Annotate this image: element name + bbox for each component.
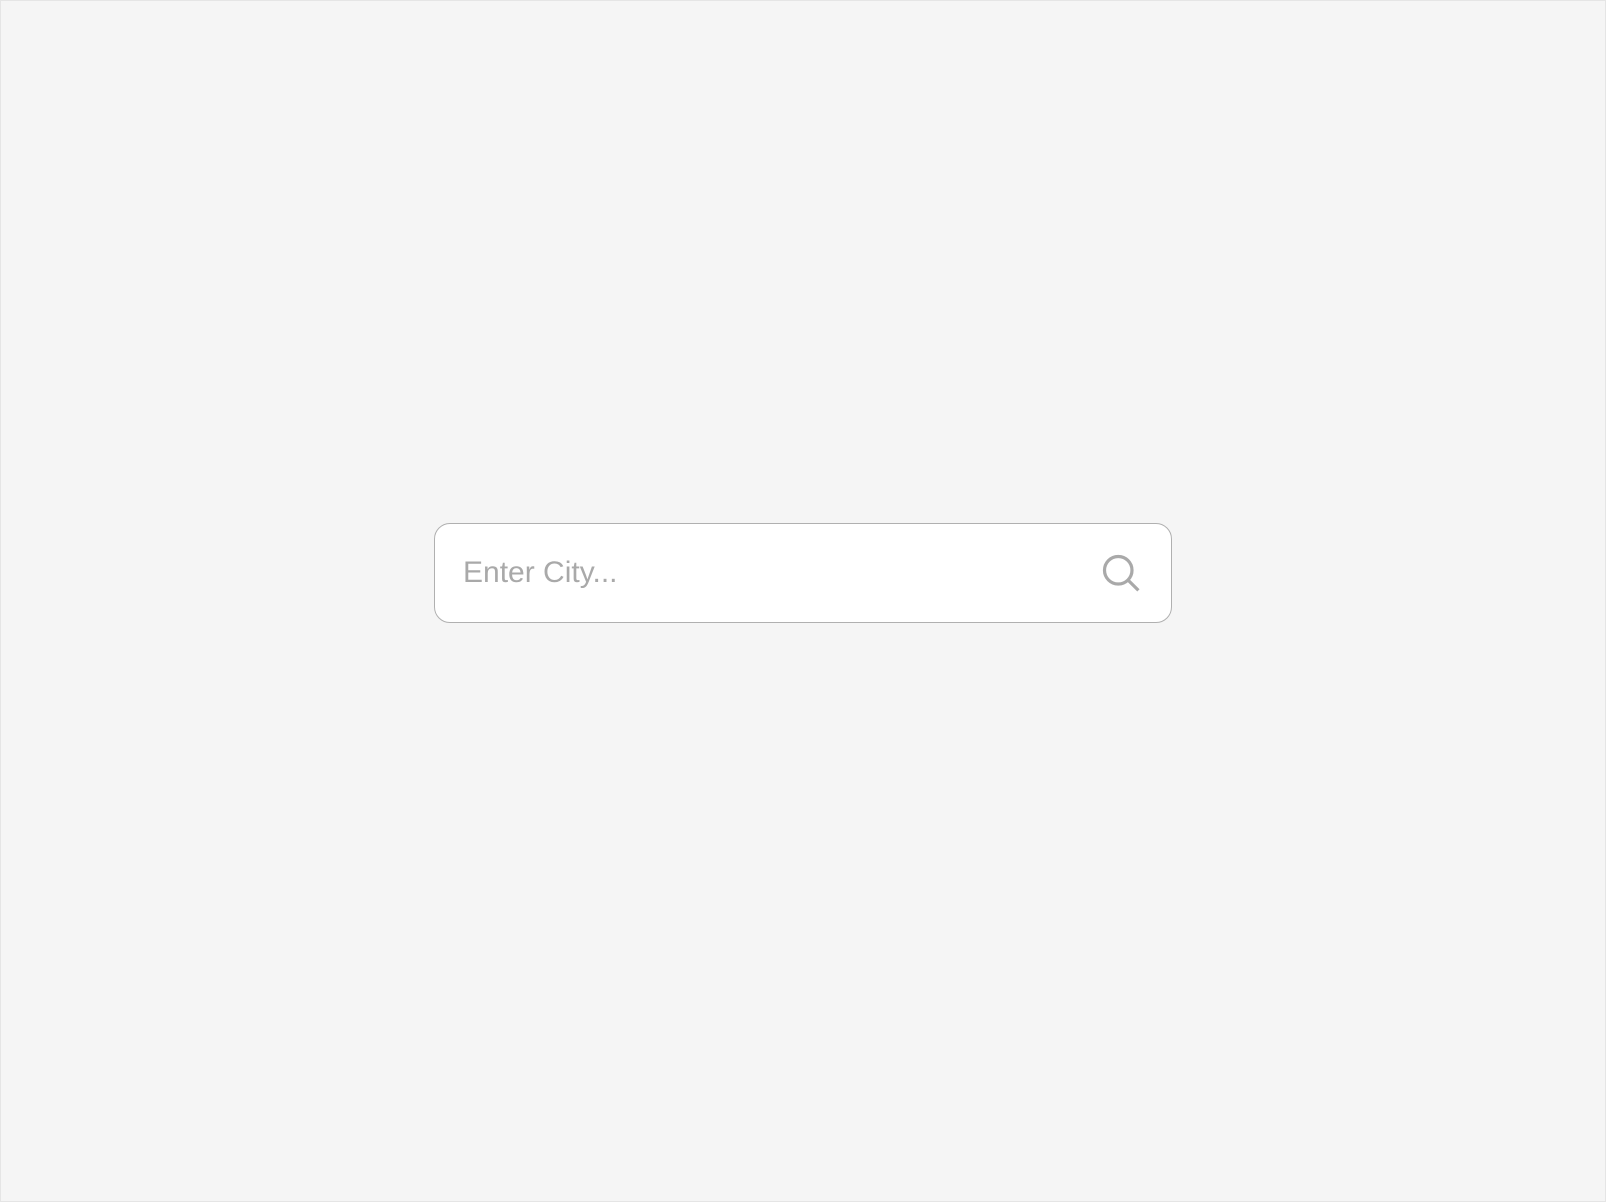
search-icon xyxy=(1099,551,1143,595)
city-search-input[interactable] xyxy=(463,556,1099,590)
search-button[interactable] xyxy=(1099,551,1143,595)
search-container xyxy=(434,523,1172,623)
